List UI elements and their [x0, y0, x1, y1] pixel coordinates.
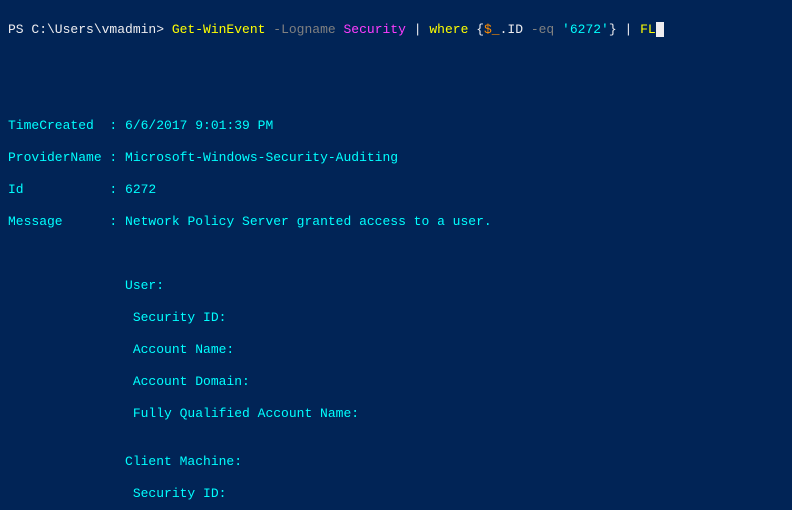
user-account-name: Account Name: [8, 342, 792, 358]
user-fqan: Fully Qualified Account Name: [8, 406, 792, 422]
pipe: | [414, 22, 422, 37]
cmd-fl: FL [640, 22, 656, 37]
var-dollar-underscore: $_ [484, 22, 500, 37]
blank-line [8, 246, 792, 262]
user-security-id: Security ID: [8, 310, 792, 326]
section-client-machine: Client Machine: [8, 454, 792, 470]
prompt-line: PS C:\Users\vmadmin> Get-WinEvent -Logna… [8, 22, 792, 38]
cmdlet: Get-WinEvent [172, 22, 266, 37]
param-logname: -Logname [273, 22, 335, 37]
blank-line [8, 86, 792, 102]
cm-security-id: Security ID: [8, 486, 792, 502]
powershell-terminal[interactable]: PS C:\Users\vmadmin> Get-WinEvent -Logna… [0, 0, 792, 510]
op-eq: -eq [531, 22, 554, 37]
ps-prompt: PS C:\Users\vmadmin> [8, 22, 172, 37]
field-timecreated: TimeCreated : 6/6/2017 9:01:39 PM [8, 118, 792, 134]
cmd-where: where [429, 22, 468, 37]
field-id: Id : 6272 [8, 182, 792, 198]
brace-close: } [609, 22, 617, 37]
user-account-domain: Account Domain: [8, 374, 792, 390]
field-providername: ProviderName : Microsoft-Windows-Securit… [8, 150, 792, 166]
val-6272: '6272' [562, 22, 609, 37]
section-user: User: [8, 278, 792, 294]
brace-open: { [476, 22, 484, 37]
field-message: Message : Network Policy Server granted … [8, 214, 792, 230]
cursor [656, 22, 664, 37]
blank-line [8, 54, 792, 70]
dot-id: .ID [500, 22, 523, 37]
arg-security: Security [344, 22, 406, 37]
